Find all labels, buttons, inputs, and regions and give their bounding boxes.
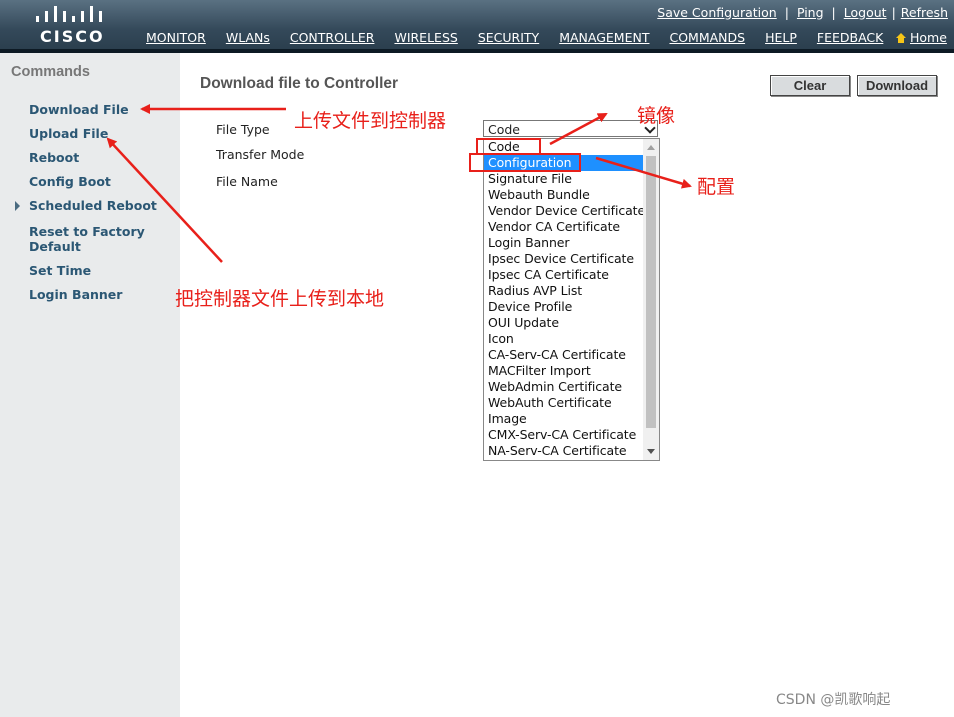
- annotation-arrows: [106, 104, 692, 263]
- annotation-upload-to-controller: 上传文件到控制器: [294, 110, 447, 132]
- annotation-upload-to-local: 把控制器文件上传到本地: [175, 288, 385, 310]
- watermark: CSDN @凯歌响起: [776, 692, 891, 708]
- arrow-to-configuration-option: [595, 156, 692, 189]
- arrow-to-code-option: [549, 112, 608, 146]
- annotation-image: 镜像: [637, 105, 676, 127]
- arrow-to-upload-file: [106, 137, 223, 263]
- annotation-config: 配置: [697, 176, 736, 198]
